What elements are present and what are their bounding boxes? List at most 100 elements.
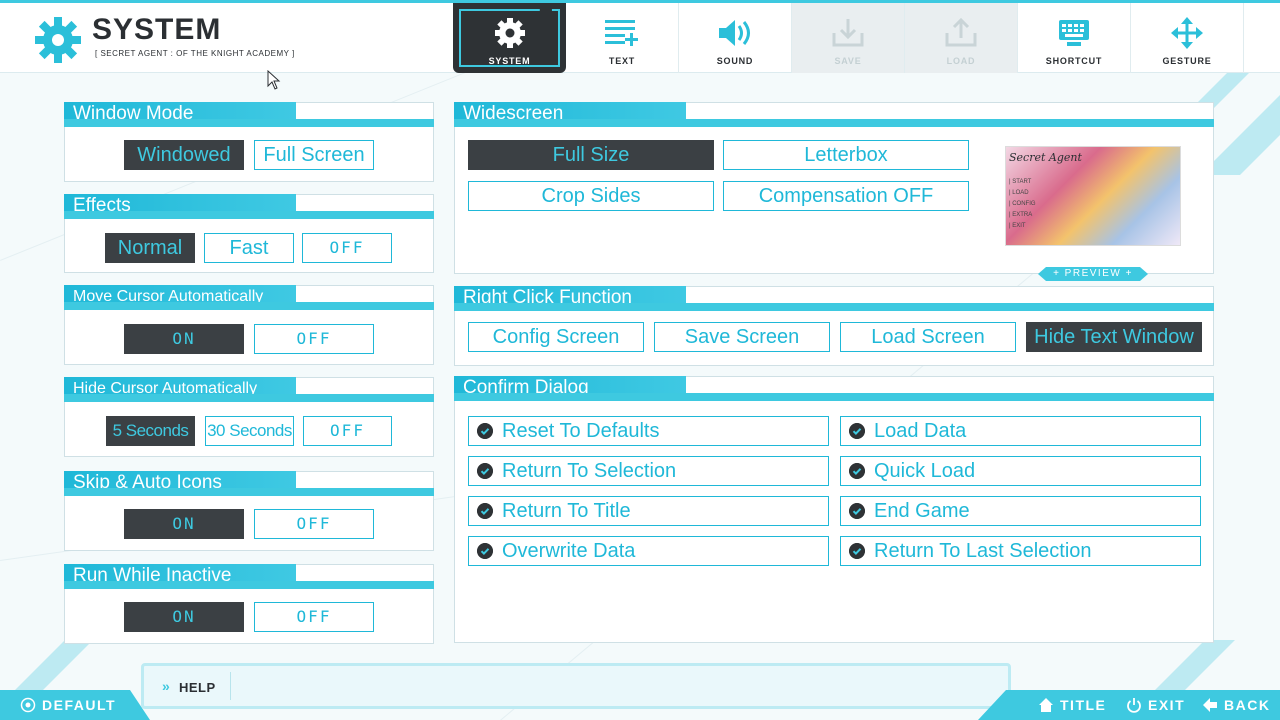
check-circle-icon: [849, 463, 865, 479]
check-circle-icon: [477, 423, 493, 439]
panel-header-bar: [64, 488, 434, 496]
skip-auto-panel: Skip & Auto Icons ON OFF: [64, 471, 434, 551]
exit-label: EXIT: [1148, 697, 1186, 713]
page-subtitle: [ SECRET AGENT : OF THE KNIGHT ACADEMY ]: [95, 49, 295, 58]
preview-menu: | START | LOAD | CONFIG | EXTRA | EXIT: [1009, 179, 1036, 229]
check-label: Return To Selection: [502, 460, 677, 482]
default-label: DEFAULT: [42, 697, 117, 713]
panel-header-bar: [64, 394, 434, 402]
window-mode-panel: Window Mode Windowed Full Screen: [64, 102, 434, 182]
effects-fast-option[interactable]: Fast: [204, 233, 294, 263]
confirm-end-game-toggle[interactable]: End Game: [840, 496, 1201, 526]
check-label: Reset To Defaults: [502, 420, 660, 442]
load-screen-option[interactable]: Load Screen: [840, 322, 1016, 352]
panel-header-bar: [454, 119, 1214, 127]
tab-system[interactable]: SYSTEM: [453, 3, 566, 73]
windowed-option[interactable]: Windowed: [124, 140, 244, 170]
title-button[interactable]: TITLE: [1038, 697, 1106, 713]
run-inactive-panel: Run While Inactive ON OFF: [64, 564, 434, 644]
preview-logo: Secret Agent: [1009, 151, 1082, 164]
speaker-icon: [719, 20, 750, 46]
move-cursor-on-option[interactable]: ON: [124, 324, 244, 354]
tab-label: GESTURE: [1162, 56, 1212, 66]
check-circle-icon: [477, 543, 493, 559]
check-label: Load Data: [874, 420, 967, 442]
title-label: TITLE: [1060, 697, 1107, 713]
hide-cursor-30s-option[interactable]: 30 Seconds: [205, 416, 294, 446]
confirm-return-last-selection-toggle[interactable]: Return To Last Selection: [840, 536, 1201, 566]
panel-header-bar: [454, 393, 1214, 401]
check-circle-icon: [477, 463, 493, 479]
help-label: HELP: [179, 680, 216, 695]
keyboard-icon: [1059, 20, 1089, 46]
full-size-option[interactable]: Full Size: [468, 140, 714, 170]
move-arrows-icon: [1171, 17, 1203, 49]
hide-cursor-panel: Hide Cursor Automatically 5 Seconds 30 S…: [64, 377, 434, 457]
right-click-panel: Right Click Function Config Screen Save …: [454, 286, 1214, 366]
confirm-reset-defaults-toggle[interactable]: Reset To Defaults: [468, 416, 829, 446]
help-divider: [230, 672, 231, 700]
effects-off-option[interactable]: OFF: [302, 233, 392, 263]
run-inactive-on-option[interactable]: ON: [124, 602, 244, 632]
panel-header-bar: [64, 302, 434, 310]
back-label: BACK: [1224, 697, 1271, 713]
confirm-return-title-toggle[interactable]: Return To Title: [468, 496, 829, 526]
move-cursor-panel: Move Cursor Automatically ON OFF: [64, 285, 434, 365]
tab-save[interactable]: SAVE: [792, 3, 905, 73]
tab-sound[interactable]: SOUND: [679, 3, 792, 73]
letterbox-option[interactable]: Letterbox: [723, 140, 969, 170]
confirm-return-selection-toggle[interactable]: Return To Selection: [468, 456, 829, 486]
compensation-off-option[interactable]: Compensation OFF: [723, 181, 969, 211]
header-bar: SYSTEM [ SECRET AGENT : OF THE KNIGHT AC…: [0, 0, 1280, 73]
run-inactive-off-option[interactable]: OFF: [254, 602, 374, 632]
help-bar: » HELP: [141, 663, 1011, 709]
text-icon: [605, 20, 638, 46]
hide-cursor-5s-option[interactable]: 5 Seconds: [106, 416, 195, 446]
tab-text[interactable]: TEXT: [566, 3, 679, 73]
confirm-overwrite-data-toggle[interactable]: Overwrite Data: [468, 536, 829, 566]
reset-icon: [20, 697, 36, 713]
confirm-dialog-panel: Confirm Dialog Reset To Defaults Return …: [454, 376, 1214, 643]
home-icon: [1039, 698, 1053, 712]
move-cursor-off-option[interactable]: OFF: [254, 324, 374, 354]
panel-header-bar: [64, 211, 434, 219]
widescreen-preview-image: Secret Agent | START | LOAD | CONFIG | E…: [1005, 146, 1181, 246]
check-label: Overwrite Data: [502, 540, 636, 562]
tab-label: SOUND: [716, 56, 754, 66]
skip-auto-on-option[interactable]: ON: [124, 509, 244, 539]
check-label: End Game: [874, 500, 970, 522]
preview-button[interactable]: + PREVIEW +: [1038, 267, 1148, 281]
check-label: Quick Load: [874, 460, 976, 482]
save-screen-option[interactable]: Save Screen: [654, 322, 830, 352]
config-screen-option[interactable]: Config Screen: [468, 322, 644, 352]
check-circle-icon: [849, 503, 865, 519]
tab-shortcut[interactable]: SHORTCUT: [1018, 3, 1131, 73]
tab-label: LOAD: [946, 56, 976, 66]
hide-cursor-off-option[interactable]: OFF: [303, 416, 392, 446]
panel-header-bar: [454, 303, 1214, 311]
skip-auto-off-option[interactable]: OFF: [254, 509, 374, 539]
full-screen-option[interactable]: Full Screen: [254, 140, 374, 170]
exit-button[interactable]: EXIT: [1126, 697, 1185, 713]
effects-normal-option[interactable]: Normal: [105, 233, 195, 263]
hide-text-window-option[interactable]: Hide Text Window: [1026, 322, 1202, 352]
tab-bar: SYSTEM TEXT SOUND SAVE LOAD SHORTCUT GES…: [453, 3, 1244, 76]
tab-label: SHORTCUT: [1045, 56, 1103, 66]
tab-label: SAVE: [834, 56, 862, 66]
tab-load[interactable]: LOAD: [905, 3, 1018, 73]
page-title: SYSTEM: [92, 13, 222, 46]
confirm-load-data-toggle[interactable]: Load Data: [840, 416, 1201, 446]
back-arrow-icon: [1203, 698, 1217, 712]
back-button[interactable]: BACK: [1202, 697, 1270, 713]
confirm-quick-load-toggle[interactable]: Quick Load: [840, 456, 1201, 486]
default-button[interactable]: DEFAULT: [20, 697, 116, 713]
upload-icon: [945, 17, 977, 47]
check-circle-icon: [477, 503, 493, 519]
crop-sides-option[interactable]: Crop Sides: [468, 181, 714, 211]
check-label: Return To Title: [502, 500, 631, 522]
tab-label: TEXT: [608, 56, 636, 66]
tab-gesture[interactable]: GESTURE: [1131, 3, 1244, 73]
check-circle-icon: [849, 423, 865, 439]
download-icon: [832, 19, 864, 47]
mouse-pointer-icon: [267, 70, 281, 90]
